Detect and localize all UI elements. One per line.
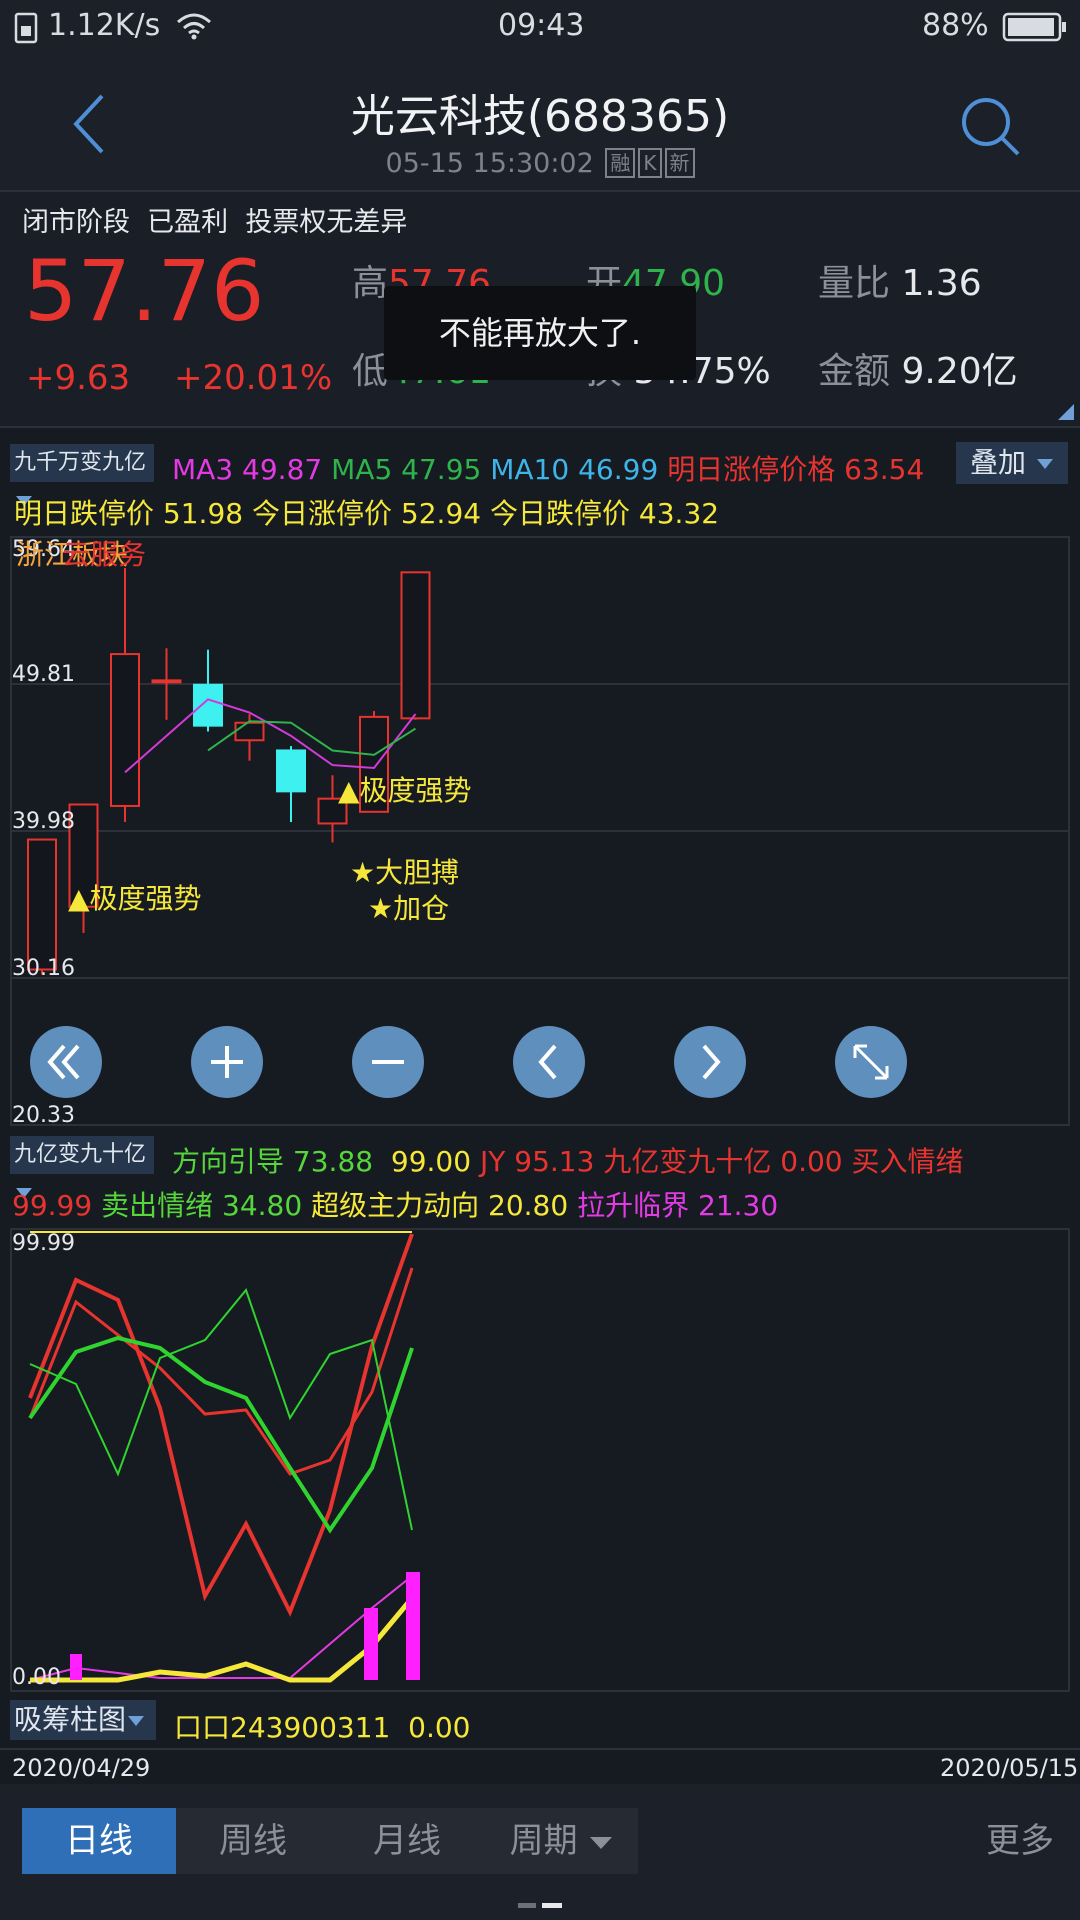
amount-field: 金额 9.20亿 bbox=[818, 351, 1018, 392]
scroll-left-button[interactable] bbox=[513, 1026, 585, 1098]
tab-monthly[interactable]: 月线 bbox=[330, 1808, 484, 1874]
sub-indicator-select[interactable]: 九亿变九十亿 bbox=[10, 1136, 154, 1198]
sim-icon bbox=[14, 12, 38, 44]
date-end: 2020/05/15 bbox=[940, 1754, 1079, 1782]
sub-indicator-values: 方向引导 73.88 99.00 JY 95.13 九亿变九十亿 0.00 买入… bbox=[172, 1145, 964, 1178]
chevron-right-icon bbox=[702, 1044, 721, 1080]
zoom-in-icon bbox=[211, 1046, 243, 1078]
price-change: +9.63 bbox=[26, 358, 131, 398]
main-indicator-select[interactable]: 九千万变九亿 bbox=[10, 444, 154, 506]
candle-body bbox=[276, 749, 306, 793]
dropdown-icon bbox=[590, 1836, 613, 1849]
new-tag: 新 bbox=[664, 148, 695, 178]
stock-tags: 闭市阶段 已盈利 投票权无差异 bbox=[22, 207, 408, 238]
wifi-icon bbox=[177, 13, 211, 40]
sell-emotion-line bbox=[28, 1335, 414, 1534]
super-main-line bbox=[30, 1596, 414, 1683]
candle bbox=[27, 838, 57, 975]
dropdown-icon bbox=[128, 1716, 145, 1726]
chip-indicator-select[interactable]: 吸筹柱图 bbox=[10, 1700, 156, 1740]
chip-indicator-values: 口口243900311 0.00 bbox=[174, 1711, 471, 1744]
ma-values-row: MA3 49.87 MA5 47.95 MA10 46.99 明日涨停价格 63… bbox=[172, 453, 925, 486]
chip-bar-2 bbox=[364, 1608, 378, 1680]
battery-icon bbox=[1002, 12, 1066, 42]
period-tabbar: 日线 周线 月线 周期 更多 bbox=[0, 1784, 1080, 1920]
toast-message: 不能再放大了. bbox=[384, 286, 696, 380]
search-icon[interactable] bbox=[958, 94, 1024, 160]
candle-body bbox=[110, 653, 140, 807]
zoom-in-button[interactable] bbox=[191, 1026, 263, 1098]
signal-strong-2: ▲极度强势 bbox=[338, 774, 472, 807]
net-speed: 1.12K/s bbox=[48, 8, 161, 43]
buy-emotion-line bbox=[28, 1233, 414, 1617]
tab-daily[interactable]: 日线 bbox=[22, 1808, 176, 1874]
margin-tag: 融 bbox=[605, 148, 636, 178]
axis-label-bottom: 20.33 bbox=[12, 1103, 75, 1126]
rewind-button[interactable] bbox=[30, 1026, 102, 1098]
candle-body bbox=[193, 683, 223, 727]
limit-price-row: 明日跌停价 51.98 今日涨停价 52.94 今日跌停价 43.32 bbox=[14, 497, 720, 530]
clock: 09:43 bbox=[498, 8, 585, 43]
fullscreen-button[interactable] bbox=[835, 1026, 907, 1098]
k-tag: K bbox=[638, 148, 662, 178]
zoom-out-button[interactable] bbox=[352, 1026, 424, 1098]
axis-label-4: 30.16 bbox=[12, 956, 75, 981]
red-thin-line bbox=[28, 1267, 414, 1476]
dropdown-icon bbox=[1036, 459, 1053, 469]
sub-axis-bottom: 0.00 bbox=[12, 1665, 61, 1690]
candle bbox=[193, 649, 223, 732]
page-title: 光云科技(688365) bbox=[350, 91, 730, 142]
volume-ratio-field: 量比 1.36 bbox=[818, 263, 982, 304]
candle bbox=[400, 571, 431, 720]
candle-body bbox=[400, 571, 431, 720]
last-price: 57.76 bbox=[24, 242, 265, 340]
date-start: 2020/04/29 bbox=[12, 1754, 151, 1782]
candle bbox=[276, 746, 306, 823]
fullscreen-icon bbox=[853, 1044, 889, 1080]
quote-time: 05-15 15:30:02 融K新 bbox=[0, 148, 1080, 179]
candle-body bbox=[234, 721, 265, 742]
rewind-icon bbox=[47, 1044, 80, 1080]
sub-indicator-chart[interactable]: 99.99 0.00 bbox=[10, 1228, 1070, 1692]
scroll-right-button[interactable] bbox=[674, 1026, 746, 1098]
magenta-line bbox=[29, 1575, 413, 1681]
sub-indicator-values-2: 99.99 卖出情绪 34.80 超级主力动向 20.80 拉升临界 21.30 bbox=[12, 1189, 779, 1222]
signal-add: ★加仓 bbox=[368, 892, 449, 925]
axis-label-2: 49.81 bbox=[12, 662, 75, 687]
signal-strong-1: ▲极度强势 bbox=[68, 882, 202, 915]
signal-bold: ★大胆搏 bbox=[350, 856, 459, 889]
candle bbox=[110, 567, 140, 823]
expand-corner-icon[interactable] bbox=[1056, 402, 1076, 422]
candle-body bbox=[27, 838, 57, 971]
sub-axis-top: 99.99 bbox=[12, 1231, 75, 1256]
axis-label-3: 39.98 bbox=[12, 809, 75, 834]
chevron-left-icon bbox=[538, 1044, 557, 1080]
nav-header: 光云科技(688365) 05-15 15:30:02 融K新 bbox=[0, 58, 1080, 192]
divider bbox=[0, 1748, 1080, 1750]
tab-more[interactable]: 更多 bbox=[980, 1808, 1060, 1874]
price-change-pct: +20.01% bbox=[174, 358, 333, 398]
kline-gridlines bbox=[10, 683, 1070, 979]
tab-period[interactable]: 周期 bbox=[484, 1808, 638, 1874]
zoom-out-icon bbox=[372, 1060, 404, 1064]
quote-timestamp: 05-15 15:30:02 bbox=[385, 148, 594, 179]
chip-bar-1 bbox=[70, 1654, 82, 1680]
battery-percent: 88% bbox=[922, 8, 989, 43]
page-dot-2 bbox=[542, 1903, 562, 1908]
overlay-button[interactable]: 叠加 bbox=[956, 442, 1068, 484]
sector-overlay-text-2: 云服务 bbox=[62, 538, 146, 571]
tab-weekly[interactable]: 周线 bbox=[176, 1808, 330, 1874]
chip-bar-3 bbox=[406, 1572, 420, 1680]
candle-body bbox=[151, 679, 182, 684]
status-bar: 1.12K/s 09:43 88% bbox=[0, 0, 1080, 58]
page-dot-1 bbox=[518, 1903, 536, 1908]
